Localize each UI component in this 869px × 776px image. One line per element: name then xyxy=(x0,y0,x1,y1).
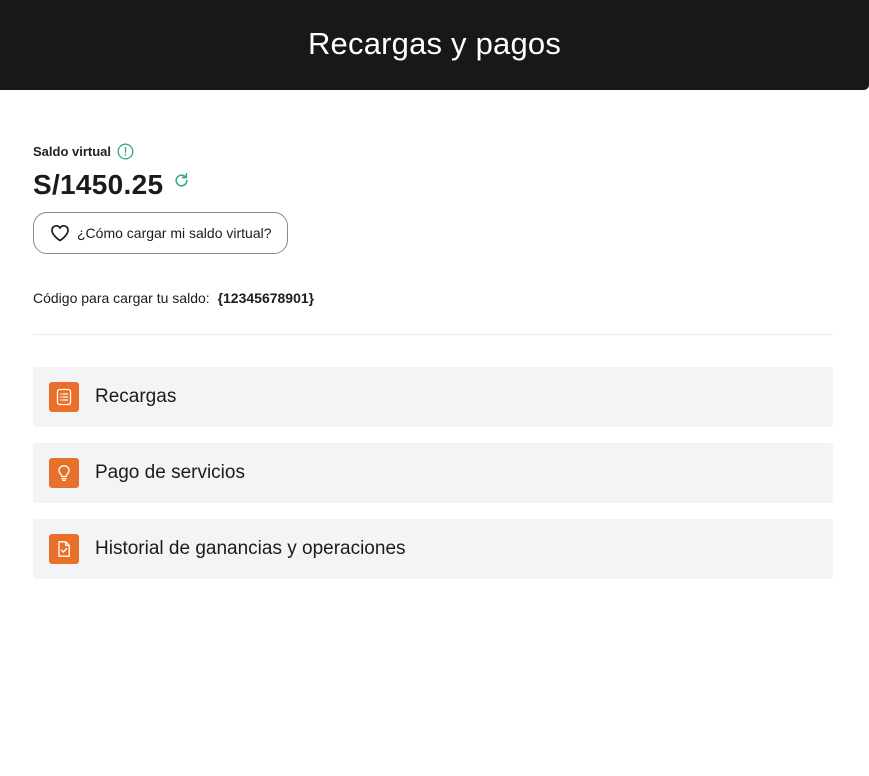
menu-item-pago-de-servicios[interactable]: Pago de servicios xyxy=(33,443,833,503)
balance-label-row: Saldo virtual xyxy=(33,140,833,162)
receipt-icon xyxy=(49,382,79,412)
how-to-load-balance-button[interactable]: ¿Cómo cargar mi saldo virtual? xyxy=(33,212,288,254)
balance-row: S/1450.25 xyxy=(33,168,833,202)
menu-item-historial[interactable]: Historial de ganancias y operaciones xyxy=(33,519,833,579)
load-code-value: {12345678901} xyxy=(217,290,315,306)
document-check-icon xyxy=(49,534,79,564)
refresh-icon[interactable] xyxy=(173,172,190,189)
main-content: Saldo virtual S/1450.25 ¿Cómo cargar mi … xyxy=(33,140,833,595)
options-menu: Recargas Pago de servicios Historial de … xyxy=(33,367,833,579)
menu-item-label: Recargas xyxy=(95,386,177,407)
load-code-row: Código para cargar tu saldo: {1234567890… xyxy=(33,290,833,310)
divider xyxy=(33,334,833,335)
balance-amount: S/1450.25 xyxy=(33,169,164,200)
load-code-label: Código para cargar tu saldo: xyxy=(33,290,210,306)
heart-icon xyxy=(49,222,71,244)
how-to-load-balance-label: ¿Cómo cargar mi saldo virtual? xyxy=(77,225,272,241)
lightbulb-icon xyxy=(49,458,79,488)
balance-label: Saldo virtual xyxy=(33,143,112,159)
page-title: Recargas y pagos xyxy=(307,26,562,61)
menu-item-recargas[interactable]: Recargas xyxy=(33,367,833,427)
menu-item-label: Historial de ganancias y operaciones xyxy=(95,538,406,559)
info-icon[interactable] xyxy=(117,143,134,160)
app-header: Recargas y pagos xyxy=(0,0,869,90)
menu-item-label: Pago de servicios xyxy=(95,462,245,483)
